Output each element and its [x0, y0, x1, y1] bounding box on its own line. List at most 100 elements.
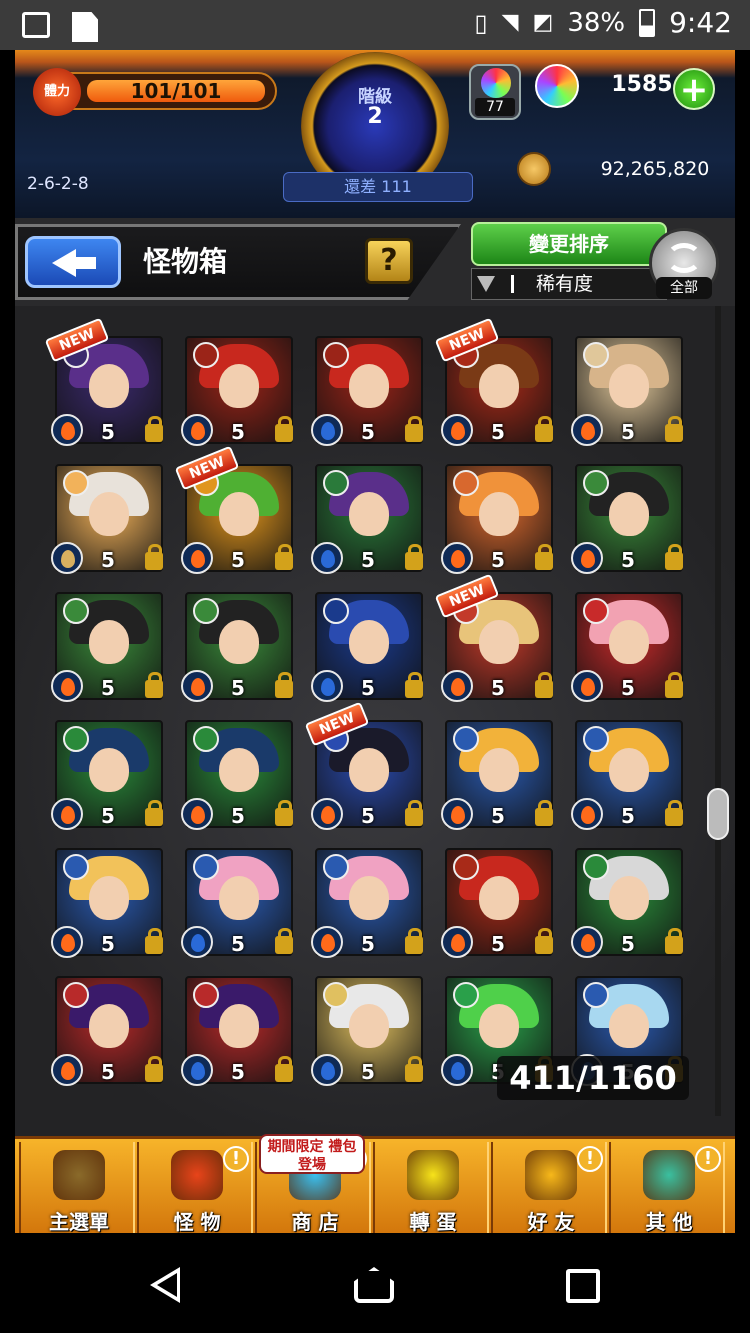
- type-badge-icon: [63, 854, 89, 880]
- lock-icon[interactable]: [275, 544, 293, 570]
- monster-face: [609, 364, 649, 408]
- nav-item[interactable]: 其 他!: [609, 1142, 725, 1233]
- element-icon: [441, 926, 473, 958]
- monster-card[interactable]: 5 NEW: [434, 573, 553, 702]
- element-icon: [311, 414, 343, 446]
- lock-icon[interactable]: [275, 416, 293, 442]
- lock-icon[interactable]: [145, 416, 163, 442]
- monster-card[interactable]: 5 NEW: [174, 445, 293, 574]
- lock-icon[interactable]: [405, 1056, 423, 1082]
- element-icon: [311, 542, 343, 574]
- change-sort-button[interactable]: 變更排序: [471, 222, 667, 266]
- buy-orbs-button[interactable]: +: [673, 68, 715, 110]
- lock-icon[interactable]: [665, 672, 683, 698]
- lock-icon[interactable]: [405, 672, 423, 698]
- lock-icon[interactable]: [405, 544, 423, 570]
- crystal-box-button[interactable]: 77: [469, 64, 521, 120]
- lock-icon[interactable]: [145, 544, 163, 570]
- home-icon[interactable]: [354, 1267, 394, 1303]
- box-counter: 411/1160: [497, 1056, 689, 1100]
- monster-card[interactable]: 5 NEW: [434, 317, 553, 446]
- monster-card[interactable]: 5: [441, 848, 553, 958]
- element-icon: [51, 1054, 83, 1086]
- nav-item[interactable]: 怪 物!: [137, 1142, 253, 1233]
- monster-face: [609, 1004, 649, 1048]
- nav-item[interactable]: 商 店!期間限定 禮包登場: [255, 1134, 371, 1233]
- gold-coin-icon: [517, 152, 551, 186]
- type-badge-icon: [193, 982, 219, 1008]
- lock-icon[interactable]: [665, 416, 683, 442]
- battery-icon: [639, 8, 656, 37]
- lock-icon[interactable]: [665, 544, 683, 570]
- monster-card[interactable]: 5: [311, 336, 423, 446]
- monster-level: 5: [101, 548, 115, 572]
- nav-item[interactable]: 好 友!: [491, 1142, 607, 1233]
- lock-icon[interactable]: [275, 1056, 293, 1082]
- monster-card[interactable]: 5: [181, 848, 293, 958]
- monster-face: [479, 364, 519, 408]
- scrollbar-thumb[interactable]: [707, 788, 729, 840]
- monster-face: [479, 748, 519, 792]
- lock-icon[interactable]: [405, 800, 423, 826]
- monster-card[interactable]: 5: [51, 464, 163, 574]
- monster-card[interactable]: 5: [51, 848, 163, 958]
- back-icon[interactable]: [150, 1267, 180, 1303]
- all-filter-button[interactable]: 全部: [649, 228, 719, 299]
- monster-card[interactable]: 5: [181, 336, 293, 446]
- lock-icon[interactable]: [405, 416, 423, 442]
- lock-icon[interactable]: [665, 800, 683, 826]
- monster-card[interactable]: 5 NEW: [304, 701, 423, 830]
- monster-card[interactable]: 5: [51, 976, 163, 1086]
- monster-card[interactable]: 5: [441, 464, 553, 574]
- lock-icon[interactable]: [275, 928, 293, 954]
- lock-icon[interactable]: [535, 416, 553, 442]
- element-icon: [181, 542, 213, 574]
- monster-level: 5: [621, 420, 635, 444]
- lock-icon[interactable]: [275, 800, 293, 826]
- monster-card[interactable]: 5: [181, 592, 293, 702]
- filter-icon[interactable]: [477, 276, 495, 292]
- lock-icon[interactable]: [665, 928, 683, 954]
- back-button[interactable]: [25, 236, 121, 288]
- nav-label: 商 店: [291, 1210, 339, 1233]
- monster-card[interactable]: 5: [571, 592, 683, 702]
- lock-icon[interactable]: [145, 928, 163, 954]
- clock: 9:42: [669, 6, 732, 39]
- lock-icon[interactable]: [145, 800, 163, 826]
- lock-icon[interactable]: [275, 672, 293, 698]
- monster-card[interactable]: 5: [51, 720, 163, 830]
- monster-card[interactable]: 5: [51, 592, 163, 702]
- nav-label: 好 友: [527, 1210, 575, 1233]
- page-title: 怪物箱: [143, 245, 228, 278]
- element-icon: [311, 798, 343, 830]
- type-badge-icon: [63, 598, 89, 624]
- lock-icon[interactable]: [535, 928, 553, 954]
- lock-icon[interactable]: [535, 672, 553, 698]
- monster-card[interactable]: 5: [571, 464, 683, 574]
- monster-card[interactable]: 5: [571, 848, 683, 958]
- monster-card[interactable]: 5: [311, 464, 423, 574]
- nav-item[interactable]: 主選單: [19, 1142, 135, 1233]
- monster-card[interactable]: 5 NEW: [44, 317, 163, 446]
- monster-card[interactable]: 5: [181, 976, 293, 1086]
- monster-card[interactable]: 5: [571, 336, 683, 446]
- monster-card[interactable]: 5: [311, 592, 423, 702]
- monster-card[interactable]: 5: [571, 720, 683, 830]
- monster-grid[interactable]: 5555555555555NEW5555NEW5555555NEW555NEW5…: [15, 306, 735, 1136]
- nav-label: 怪 物: [173, 1210, 221, 1233]
- lock-icon[interactable]: [535, 544, 553, 570]
- lock-icon[interactable]: [535, 800, 553, 826]
- lock-icon[interactable]: [145, 1056, 163, 1082]
- sort-mode[interactable]: 稀有度: [471, 268, 667, 300]
- lock-icon[interactable]: [405, 928, 423, 954]
- alert-icon: !: [577, 1146, 603, 1172]
- nav-item[interactable]: 轉 蛋: [373, 1142, 489, 1233]
- monster-level: 5: [231, 420, 245, 444]
- monster-card[interactable]: 5: [311, 976, 423, 1086]
- lock-icon[interactable]: [145, 672, 163, 698]
- monster-card[interactable]: 5: [441, 720, 553, 830]
- recents-icon[interactable]: [566, 1269, 600, 1303]
- monster-card[interactable]: 5: [311, 848, 423, 958]
- monster-card[interactable]: 5: [181, 720, 293, 830]
- help-button[interactable]: ?: [365, 238, 413, 284]
